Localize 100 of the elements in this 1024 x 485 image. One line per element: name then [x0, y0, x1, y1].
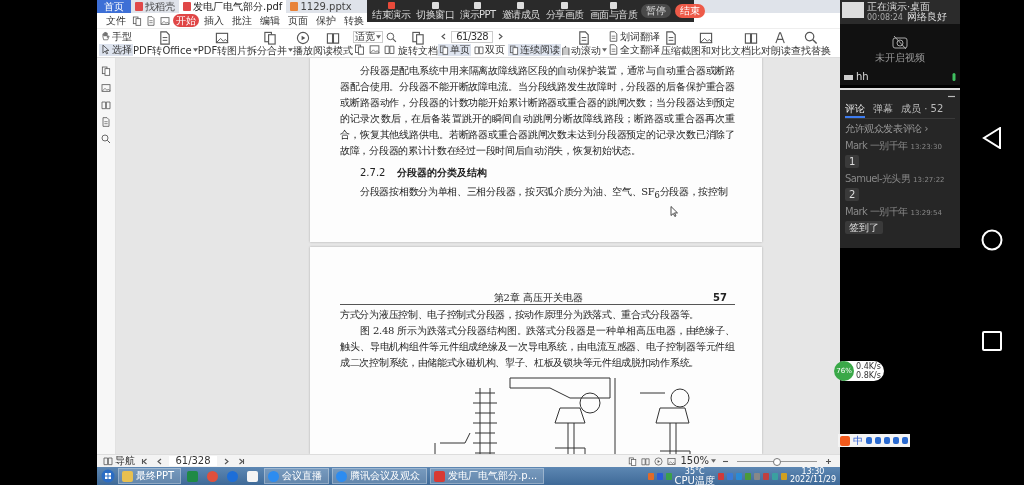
quick-access-button[interactable]: [159, 15, 171, 26]
comment-permission-link[interactable]: 允许观众发表评论 ›: [845, 123, 929, 135]
cursor-icon: [100, 44, 111, 55]
square-icon: [517, 2, 525, 9]
meeting-action-button[interactable]: 画面与音质: [587, 2, 640, 20]
pages-icon: [263, 30, 278, 45]
square-icon: [609, 2, 617, 9]
view-button[interactable]: [628, 456, 638, 466]
toolbar-button[interactable]: 手型: [99, 30, 133, 43]
comment-author: Samuel-光头男: [845, 173, 911, 185]
input-mode-button[interactable]: 中: [853, 434, 863, 447]
pages-icon: [354, 44, 366, 55]
image-icon: [369, 44, 381, 55]
temperature-label: CPU温度: [674, 475, 715, 485]
toolbar-button[interactable]: 文档比对: [731, 30, 772, 56]
toolbar-button[interactable]: 全文翻译: [607, 43, 662, 56]
menu-tab[interactable]: 保护: [313, 14, 339, 27]
toolbar-button[interactable]: 压缩: [661, 30, 682, 56]
meeting-icon: [336, 470, 348, 482]
document-icon: [664, 30, 679, 45]
panel-tab[interactable]: 弹幕: [873, 102, 893, 118]
pages-icon: [439, 44, 450, 55]
comment-bubble: 1: [845, 155, 860, 168]
caret-icon: [602, 48, 608, 52]
home-button[interactable]: [981, 229, 1003, 251]
sidebar-button[interactable]: [101, 83, 111, 93]
page-field[interactable]: 61/328: [451, 30, 494, 43]
toolbar-button[interactable]: [368, 44, 382, 55]
sidebar-button[interactable]: [101, 117, 111, 127]
view-mode-button[interactable]: 双页: [473, 43, 507, 56]
back-button[interactable]: [982, 127, 1002, 149]
toolbar-button[interactable]: [383, 44, 397, 55]
folder-icon: [122, 470, 133, 482]
navigation-button[interactable]: 导航: [103, 456, 135, 466]
book-icon: [744, 30, 759, 45]
section-heading: 分段器的分类及结构: [397, 166, 488, 180]
pages-icon: [411, 30, 426, 45]
book-icon: [326, 30, 341, 45]
toolbar-button[interactable]: 阅读模式: [313, 30, 354, 56]
menu-tab[interactable]: 开始: [173, 14, 199, 27]
square-icon: [561, 2, 569, 9]
meeting-action-button[interactable]: 切换窗口: [414, 2, 456, 20]
zoom-dropdown[interactable]: 适宽: [353, 31, 384, 43]
menu-tab[interactable]: 转换: [341, 14, 367, 27]
view-mode-button[interactable]: 单页: [438, 43, 472, 56]
menu-tab[interactable]: 编辑: [257, 14, 283, 27]
zoom-button[interactable]: [385, 31, 399, 43]
toolbar-button[interactable]: 查找替换: [791, 30, 832, 56]
toolbar-button[interactable]: 截图和对比: [681, 30, 732, 56]
toolbar-button[interactable]: 拆分合并: [247, 30, 294, 56]
menu-tab[interactable]: 页面: [285, 14, 311, 27]
view-mode-button[interactable]: 连续阅读: [508, 43, 562, 56]
toolbar-button[interactable]: 旋转文档: [398, 30, 439, 56]
file-icon: [247, 470, 259, 482]
toolbar-button[interactable]: 划词翻译: [607, 30, 662, 43]
browser-tab[interactable]: 首页: [97, 0, 131, 13]
toolbar-button[interactable]: 选择: [99, 43, 133, 56]
zoom-slider-thumb[interactable]: [773, 457, 781, 466]
recents-button[interactable]: [982, 331, 1002, 351]
toolbar-button[interactable]: [353, 44, 367, 55]
running-header: 第2章 高压开关电器: [493, 292, 584, 304]
section-number: 2.7.2: [360, 166, 386, 180]
menu-tab[interactable]: 批注: [229, 14, 255, 27]
toolbar-button[interactable]: PDF转Office: [133, 30, 198, 56]
zoom-dropdown[interactable]: 150%: [680, 456, 716, 466]
browser-tab[interactable]: 找稻壳: [131, 0, 179, 13]
toolbar-button[interactable]: 自动滚动: [561, 30, 608, 56]
input-method-logo-icon: [840, 435, 850, 446]
menu-tab[interactable]: 文件: [103, 14, 129, 27]
sidebar-button[interactable]: [101, 134, 111, 144]
meeting-action-button[interactable]: 演示PPT: [458, 2, 498, 20]
panel-tab[interactable]: 评论: [845, 102, 865, 118]
browser-tab[interactable]: 发电厂电气部分.pdf: [179, 0, 287, 13]
caret-icon: [711, 459, 716, 463]
file-icon: [135, 2, 143, 11]
first-page-button[interactable]: [139, 457, 150, 465]
page-field[interactable]: 61/328: [169, 456, 217, 466]
pause-button[interactable]: 暂停: [641, 4, 672, 18]
quick-access-button[interactable]: [131, 15, 143, 26]
toolbar-button[interactable]: 播放: [293, 30, 314, 56]
browser-tab[interactable]: 1129.pptx: [286, 0, 356, 13]
image-icon: [101, 83, 111, 93]
hand-icon: [100, 31, 111, 42]
toolbar-button[interactable]: PDF转图片: [197, 30, 248, 56]
last-page-button[interactable]: [236, 457, 247, 465]
view-button[interactable]: [654, 456, 664, 466]
meeting-action-button[interactable]: 结束演示: [370, 2, 412, 20]
sidebar-button[interactable]: [101, 66, 111, 76]
panel-tab[interactable]: 成员 · 52: [901, 102, 944, 118]
recents-icon: [982, 331, 1002, 351]
zoom-in-button[interactable]: [823, 457, 834, 465]
share-status: 正在演示·桌面: [867, 2, 931, 12]
view-button[interactable]: [641, 456, 651, 466]
quick-access-button[interactable]: [145, 15, 157, 26]
menu-tab[interactable]: 插入: [201, 14, 227, 27]
meeting-action-button[interactable]: 邀请成员: [499, 2, 542, 20]
toolbar-button[interactable]: 朗读: [771, 30, 792, 56]
sidebar-button[interactable]: [101, 100, 111, 110]
meeting-action-button[interactable]: 分享画质: [543, 2, 586, 20]
view-button[interactable]: [667, 456, 677, 466]
